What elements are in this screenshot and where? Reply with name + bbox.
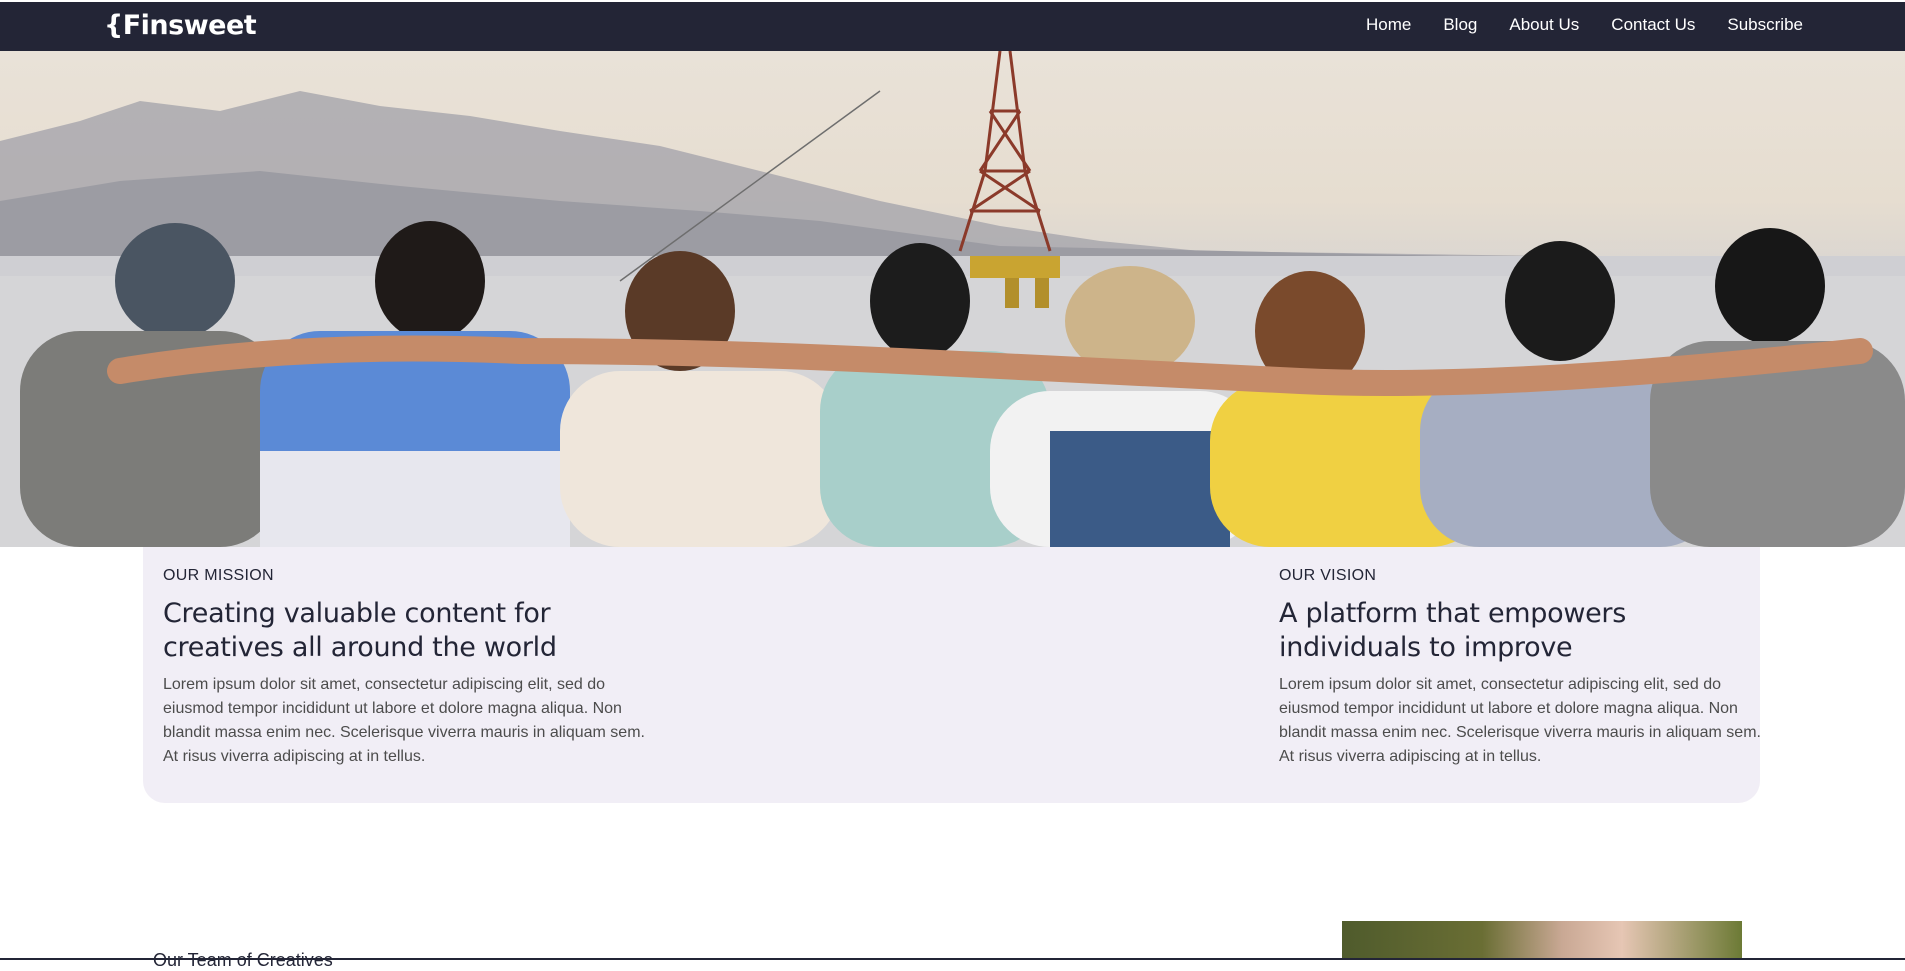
brand-logo[interactable]: {Finsweet: [104, 10, 257, 41]
nav-about-link[interactable]: About Us: [1509, 15, 1579, 35]
navbar: {Finsweet Home Blog About Us Contact Us …: [0, 2, 1905, 51]
mission-eyebrow: OUR MISSION: [163, 567, 274, 584]
vision-heading-line1: A platform that empowers: [1279, 598, 1627, 629]
team-heading: Our Team of Creatives: [153, 950, 333, 970]
mission-vision-card: OUR MISSION Creating valuable content fo…: [143, 547, 1761, 803]
nav-home-link[interactable]: Home: [1366, 15, 1411, 35]
nav-blog-link[interactable]: Blog: [1443, 15, 1477, 35]
nav-subscribe-link[interactable]: Subscribe: [1727, 15, 1803, 35]
mission-heading-line2: creatives all around the world: [163, 632, 557, 663]
mission-heading-line1: Creating valuable content for: [163, 598, 551, 629]
hero-image: [0, 51, 1905, 547]
vision-column: OUR VISION A platform that empowers indi…: [1279, 567, 1769, 769]
vision-body: Lorem ipsum dolor sit amet, consectetur …: [1279, 676, 1761, 765]
hero-illustration: [0, 51, 1905, 547]
mission-heading: Creating valuable content for creatives …: [163, 597, 653, 665]
vision-heading-line2: individuals to improve: [1279, 632, 1573, 663]
mission-column: OUR MISSION Creating valuable content fo…: [163, 567, 653, 769]
mission-body: Lorem ipsum dolor sit amet, consectetur …: [163, 676, 645, 765]
vision-eyebrow: OUR VISION: [1279, 567, 1377, 584]
vision-heading: A platform that empowers individuals to …: [1279, 597, 1769, 665]
team-photo: [1342, 921, 1742, 960]
nav-contact-link[interactable]: Contact Us: [1611, 15, 1695, 35]
nav-links: Home Blog About Us Contact Us Subscribe: [1366, 15, 1803, 35]
